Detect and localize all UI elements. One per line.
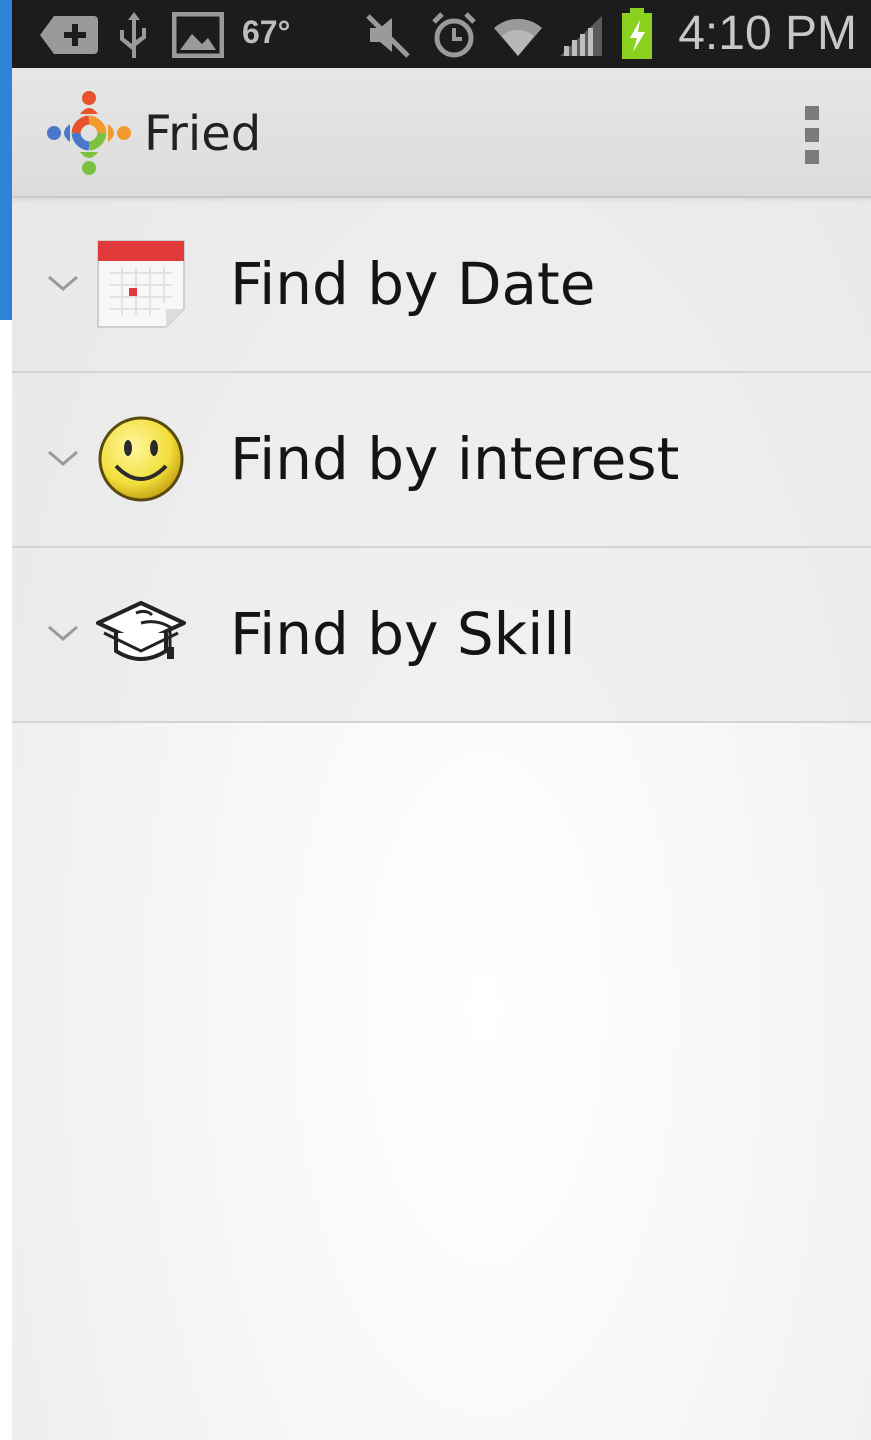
list-item-find-by-interest[interactable]: Find by interest — [12, 373, 871, 548]
item-label: Find by interest — [230, 425, 680, 493]
list-item-find-by-date[interactable]: Find by Date — [12, 198, 871, 373]
graduation-cap-icon — [96, 601, 186, 661]
temperature-readout: 67° — [242, 14, 291, 50]
chevron-down-icon — [48, 275, 78, 291]
item-label: Find by Skill — [230, 600, 576, 668]
status-bar: 67° 4:10 PM — [12, 0, 871, 68]
calendar-icon — [97, 240, 185, 328]
chevron-down-icon — [48, 625, 78, 641]
wifi-icon — [494, 18, 542, 56]
search-options-list: Find by Date Find by interest Find by Sk… — [12, 198, 871, 723]
mute-icon — [366, 14, 410, 58]
background-window-strip — [0, 0, 12, 320]
signal-icon — [560, 16, 602, 56]
app-title: Fried — [144, 106, 262, 162]
image-icon — [172, 12, 224, 58]
usb-icon — [120, 12, 146, 58]
chevron-down-icon — [48, 450, 78, 466]
app-screen: 67° 4:10 PM Fried Find by Date Find by i… — [12, 0, 871, 1440]
item-label: Find by Date — [230, 250, 596, 318]
community-logo-icon[interactable] — [44, 88, 134, 178]
clock: 4:10 PM — [678, 7, 857, 60]
list-item-find-by-skill[interactable]: Find by Skill — [12, 548, 871, 723]
smiley-icon — [98, 416, 184, 502]
add-icon — [40, 16, 98, 54]
battery-charging-icon — [622, 8, 652, 59]
alarm-icon — [432, 12, 476, 58]
background-window-strip-white — [0, 320, 12, 1440]
action-bar: Fried — [12, 68, 871, 198]
overflow-menu-icon[interactable] — [791, 106, 831, 166]
